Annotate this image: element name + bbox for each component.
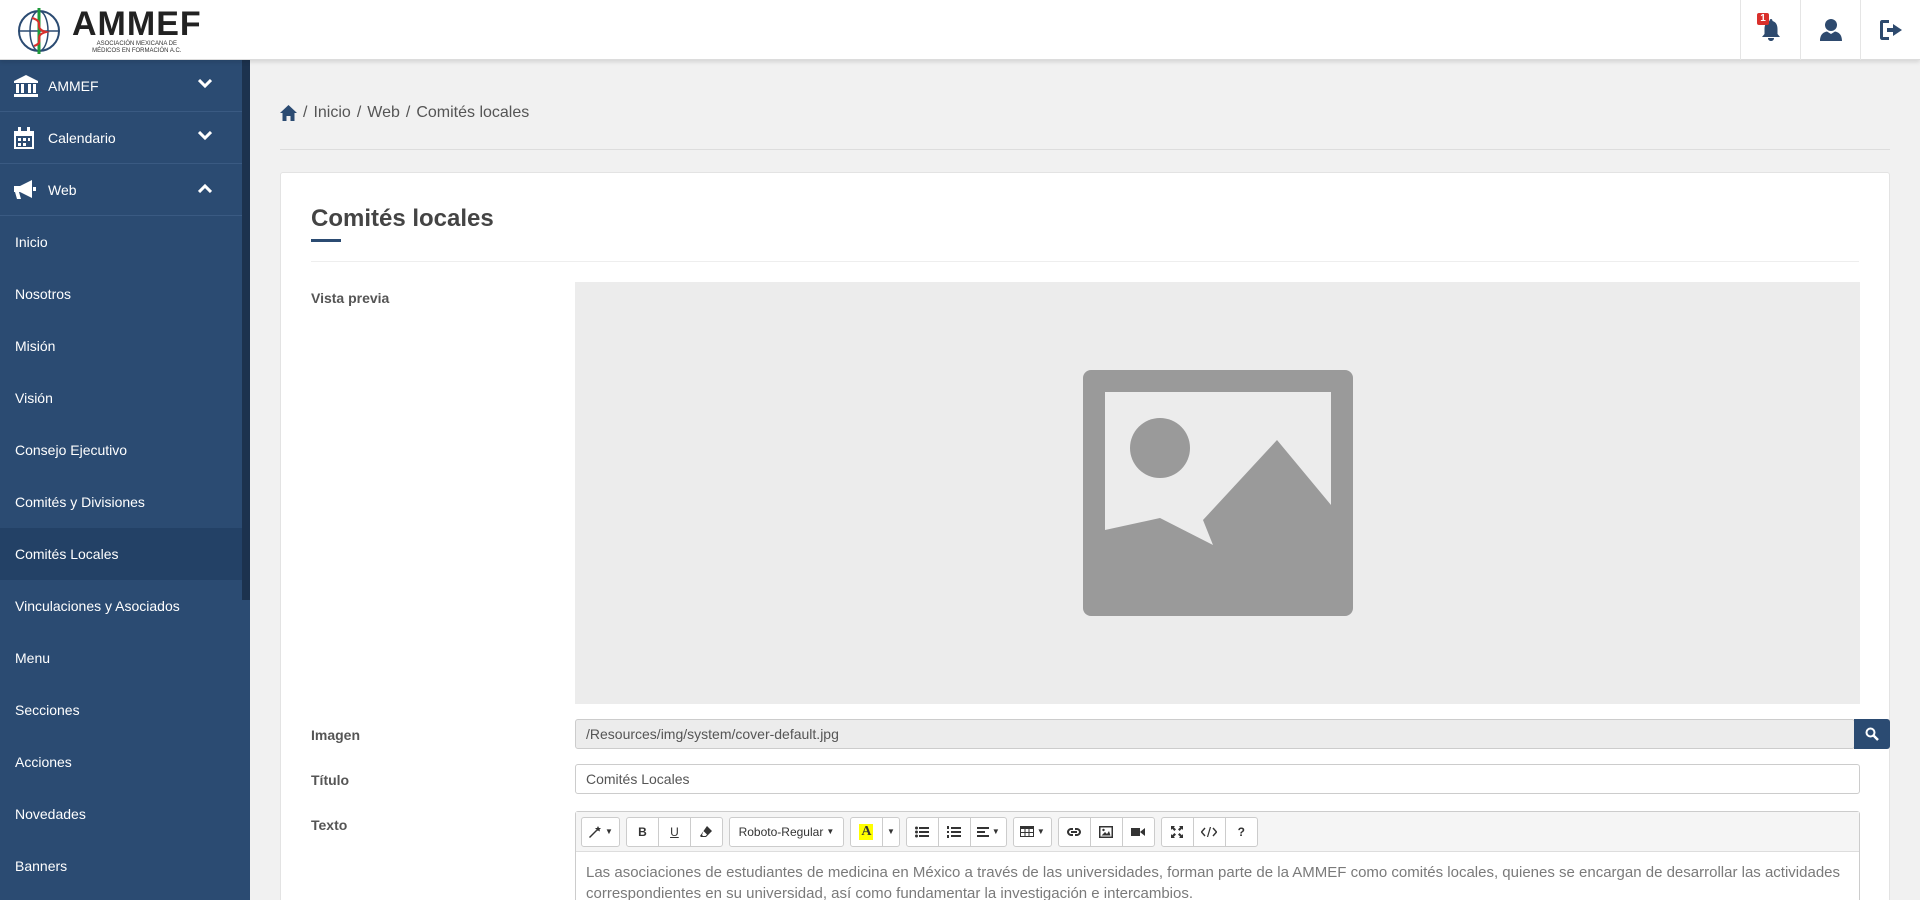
bold-button[interactable]: B bbox=[625, 816, 659, 847]
editor-content[interactable]: Las asociaciones de estudiantes de medic… bbox=[576, 852, 1859, 900]
logo-subtitle: ASOCIACIÓN MEXICANA DE MÉDICOS EN FORMAC… bbox=[92, 41, 182, 54]
sidebar-item-novedades[interactable]: Novedades bbox=[0, 788, 242, 840]
table-icon bbox=[1019, 826, 1034, 837]
font-color-button[interactable]: A bbox=[849, 816, 883, 847]
breadcrumb-item-inicio[interactable]: Inicio bbox=[313, 104, 350, 122]
top-bar: AMMEF ASOCIACIÓN MEXICANA DE MÉDICOS EN … bbox=[0, 0, 1920, 60]
editor-toolbar: ▼ B U Roboto-Regular ▼ A ▼ ▼ ▼ ? bbox=[576, 812, 1859, 852]
image-search-button[interactable] bbox=[1854, 719, 1890, 749]
insert-video-button[interactable] bbox=[1121, 816, 1155, 847]
image-label: Imagen bbox=[311, 727, 361, 743]
insert-image-button[interactable] bbox=[1089, 816, 1123, 847]
magic-wand-icon bbox=[589, 825, 601, 838]
breadcrumb-item-web[interactable]: Web bbox=[367, 104, 400, 122]
search-icon bbox=[1865, 727, 1879, 741]
table-button[interactable]: ▼ bbox=[1012, 816, 1052, 847]
sidebar-item-acciones[interactable]: Acciones bbox=[0, 736, 242, 788]
sidebar-item-mision[interactable]: Misión bbox=[0, 320, 242, 372]
help-button[interactable]: ? bbox=[1224, 816, 1258, 847]
title-underline bbox=[311, 239, 341, 242]
sidebar-group-ammef[interactable]: AMMEF bbox=[0, 60, 242, 112]
image-preview bbox=[575, 282, 1860, 704]
link-icon bbox=[1067, 827, 1082, 836]
underline-button[interactable]: U bbox=[657, 816, 691, 847]
logout-button[interactable] bbox=[1860, 0, 1920, 60]
rich-text-editor: ▼ B U Roboto-Regular ▼ A ▼ ▼ ▼ ? Las aso… bbox=[575, 811, 1860, 900]
sidebar-group-label: Calendario bbox=[48, 129, 116, 146]
insert-link-button[interactable] bbox=[1057, 816, 1091, 847]
sidebar-item-comites-divisiones[interactable]: Comités y Divisiones bbox=[0, 476, 242, 528]
logo-title: AMMEF bbox=[72, 5, 202, 43]
breadcrumb-separator: / bbox=[356, 104, 362, 121]
clear-format-button[interactable] bbox=[689, 816, 723, 847]
user-profile-button[interactable] bbox=[1800, 0, 1860, 60]
font-color-dropdown[interactable]: ▼ bbox=[881, 816, 900, 847]
form-card: Comités locales Vista previa Imagen /Res… bbox=[280, 172, 1890, 900]
sidebar-group-web[interactable]: Web bbox=[0, 164, 242, 216]
title-input[interactable]: Comités Locales bbox=[575, 764, 1860, 794]
sidebar-item-banners[interactable]: Banners bbox=[0, 840, 242, 892]
breadcrumb-item-current: Comités locales bbox=[416, 104, 530, 121]
paragraph-align-button[interactable]: ▼ bbox=[969, 816, 1007, 847]
sidebar-item-secciones[interactable]: Secciones bbox=[0, 684, 242, 736]
breadcrumb-separator: / bbox=[405, 104, 411, 121]
font-family-value: Roboto-Regular bbox=[738, 824, 824, 839]
sidebar-item-consejo-ejecutivo[interactable]: Consejo Ejecutivo bbox=[0, 424, 242, 476]
font-family-dropdown[interactable]: Roboto-Regular ▼ bbox=[728, 816, 844, 847]
sidebar-item-comites-locales[interactable]: Comités Locales bbox=[0, 528, 242, 580]
chevron-down-icon bbox=[198, 131, 212, 141]
breadcrumb-divider bbox=[280, 149, 1890, 150]
video-icon bbox=[1131, 827, 1146, 836]
sidebar-group-label: Web bbox=[48, 181, 77, 198]
question-mark-icon: ? bbox=[1237, 824, 1245, 839]
home-icon[interactable] bbox=[280, 105, 297, 121]
calendar-icon bbox=[14, 126, 40, 149]
image-placeholder-icon bbox=[1082, 370, 1353, 616]
ordered-list-button[interactable] bbox=[937, 816, 971, 847]
highlight-a-icon: A bbox=[859, 823, 874, 840]
logout-icon bbox=[1879, 20, 1902, 40]
code-view-button[interactable] bbox=[1192, 816, 1226, 847]
sidebar-item-inicio[interactable]: Inicio bbox=[0, 216, 242, 268]
logo[interactable]: AMMEF ASOCIACIÓN MEXICANA DE MÉDICOS EN … bbox=[16, 5, 202, 57]
main-content: / Inicio / Web / Comités locales Comités… bbox=[250, 60, 1920, 900]
sidebar-group-label: AMMEF bbox=[48, 77, 99, 94]
breadcrumb-separator: / bbox=[303, 104, 308, 121]
sidebar-item-vinculaciones[interactable]: Vinculaciones y Asociados bbox=[0, 580, 242, 632]
eraser-icon bbox=[700, 825, 713, 837]
bullet-list-icon bbox=[915, 826, 930, 837]
sidebar-item-nosotros[interactable]: Nosotros bbox=[0, 268, 242, 320]
image-path-input[interactable]: /Resources/img/system/cover-default.jpg bbox=[575, 719, 1855, 749]
sidebar-item-vision[interactable]: Visión bbox=[0, 372, 242, 424]
title-label: Título bbox=[311, 772, 350, 788]
megaphone-icon bbox=[14, 179, 40, 201]
code-icon bbox=[1201, 826, 1218, 837]
expand-icon bbox=[1171, 825, 1184, 838]
breadcrumb: / Inicio / Web / Comités locales bbox=[280, 104, 529, 122]
sidebar-item-menu[interactable]: Menu bbox=[0, 632, 242, 684]
picture-icon bbox=[1099, 825, 1114, 838]
bank-icon bbox=[14, 74, 40, 97]
style-button[interactable]: ▼ bbox=[581, 816, 620, 847]
text-label: Texto bbox=[311, 817, 348, 833]
fullscreen-button[interactable] bbox=[1160, 816, 1194, 847]
sidebar-scrollbar[interactable] bbox=[242, 60, 250, 600]
numbered-list-icon bbox=[947, 825, 962, 838]
notification-badge: 1 bbox=[1757, 13, 1769, 25]
align-left-icon bbox=[976, 826, 989, 837]
card-divider bbox=[311, 261, 1859, 262]
chevron-up-icon bbox=[198, 183, 212, 193]
chevron-down-icon bbox=[198, 79, 212, 89]
page-title: Comités locales bbox=[311, 205, 494, 232]
sidebar-group-calendario[interactable]: Calendario bbox=[0, 112, 242, 164]
user-icon bbox=[1819, 19, 1842, 41]
notifications-button[interactable]: 1 bbox=[1740, 0, 1800, 60]
preview-label: Vista previa bbox=[311, 290, 390, 306]
unordered-list-button[interactable] bbox=[905, 816, 939, 847]
sidebar: AMMEF Calendario Web Inicio Nosotros Mis… bbox=[0, 60, 250, 900]
logo-globe-icon bbox=[18, 8, 60, 54]
